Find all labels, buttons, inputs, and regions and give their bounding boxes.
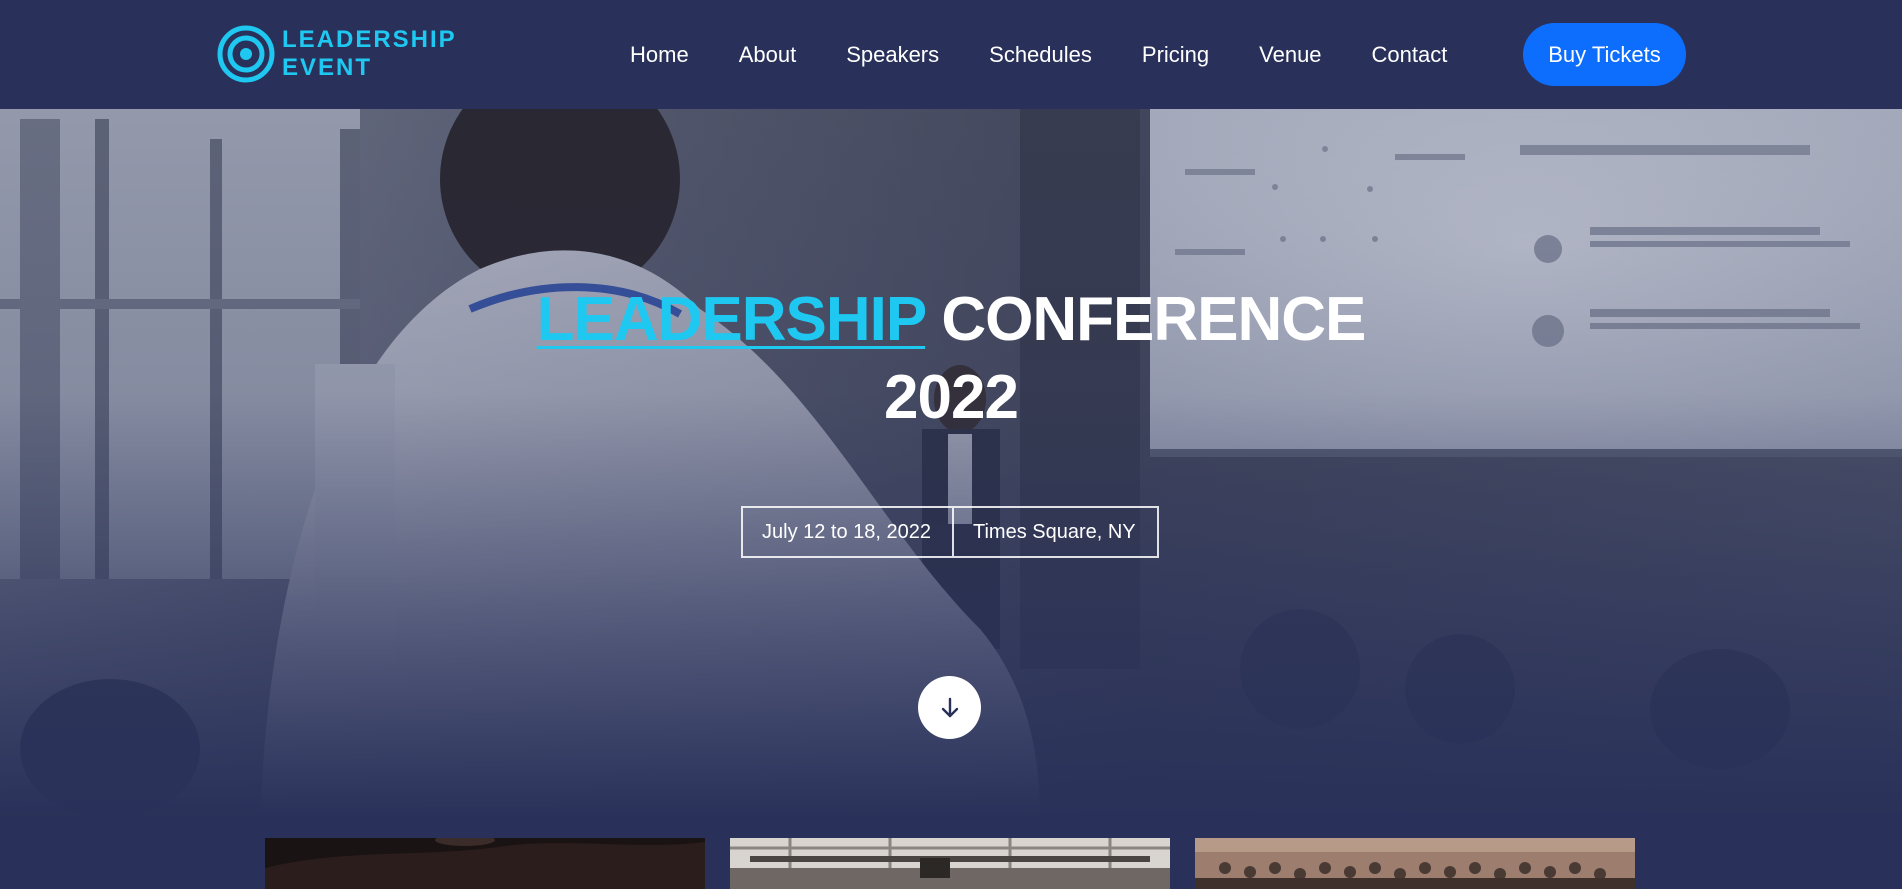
gallery-card-1[interactable] [265,838,705,889]
gallery-image-1 [265,838,705,889]
logo-line-2: EVENT [282,54,373,81]
gallery-cards [265,838,1635,889]
hero-title-accent[interactable]: LEADERSHIP [537,285,926,354]
nav-pricing[interactable]: Pricing [1142,42,1209,68]
hero-title: LEADERSHIP CONFERENCE 2022 [0,281,1902,437]
nav-speakers[interactable]: Speakers [846,42,939,68]
site-logo[interactable]: LEADERSHIP EVENT [217,25,457,83]
scroll-down-button[interactable] [918,676,981,739]
target-icon [217,25,275,83]
logo-line-1: LEADERSHIP [282,26,457,53]
nav-schedules[interactable]: Schedules [989,42,1092,68]
buy-tickets-button[interactable]: Buy Tickets [1523,23,1686,86]
gallery-card-2[interactable] [730,838,1170,889]
nav-home[interactable]: Home [630,42,689,68]
hero-section: LEADERSHIP CONFERENCE 2022 July 12 to 18… [0,109,1902,819]
nav-venue[interactable]: Venue [1259,42,1321,68]
gallery-image-3 [1195,838,1635,889]
nav-contact[interactable]: Contact [1372,42,1448,68]
gallery-card-3[interactable] [1195,838,1635,889]
hero-title-rest: CONFERENCE [941,285,1366,354]
gallery-image-2 [730,838,1170,889]
event-info: July 12 to 18, 2022 Times Square, NY [741,506,1159,558]
nav-about[interactable]: About [739,42,797,68]
logo-text: LEADERSHIP EVENT [282,26,457,82]
arrow-down-icon [941,697,958,717]
main-nav: Home About Speakers Schedules Pricing Ve… [630,0,1447,109]
event-location: Times Square, NY [954,506,1159,558]
hero-title-year: 2022 [884,363,1019,432]
site-header: LEADERSHIP EVENT Home About Speakers Sch… [0,0,1902,109]
event-date: July 12 to 18, 2022 [741,506,954,558]
